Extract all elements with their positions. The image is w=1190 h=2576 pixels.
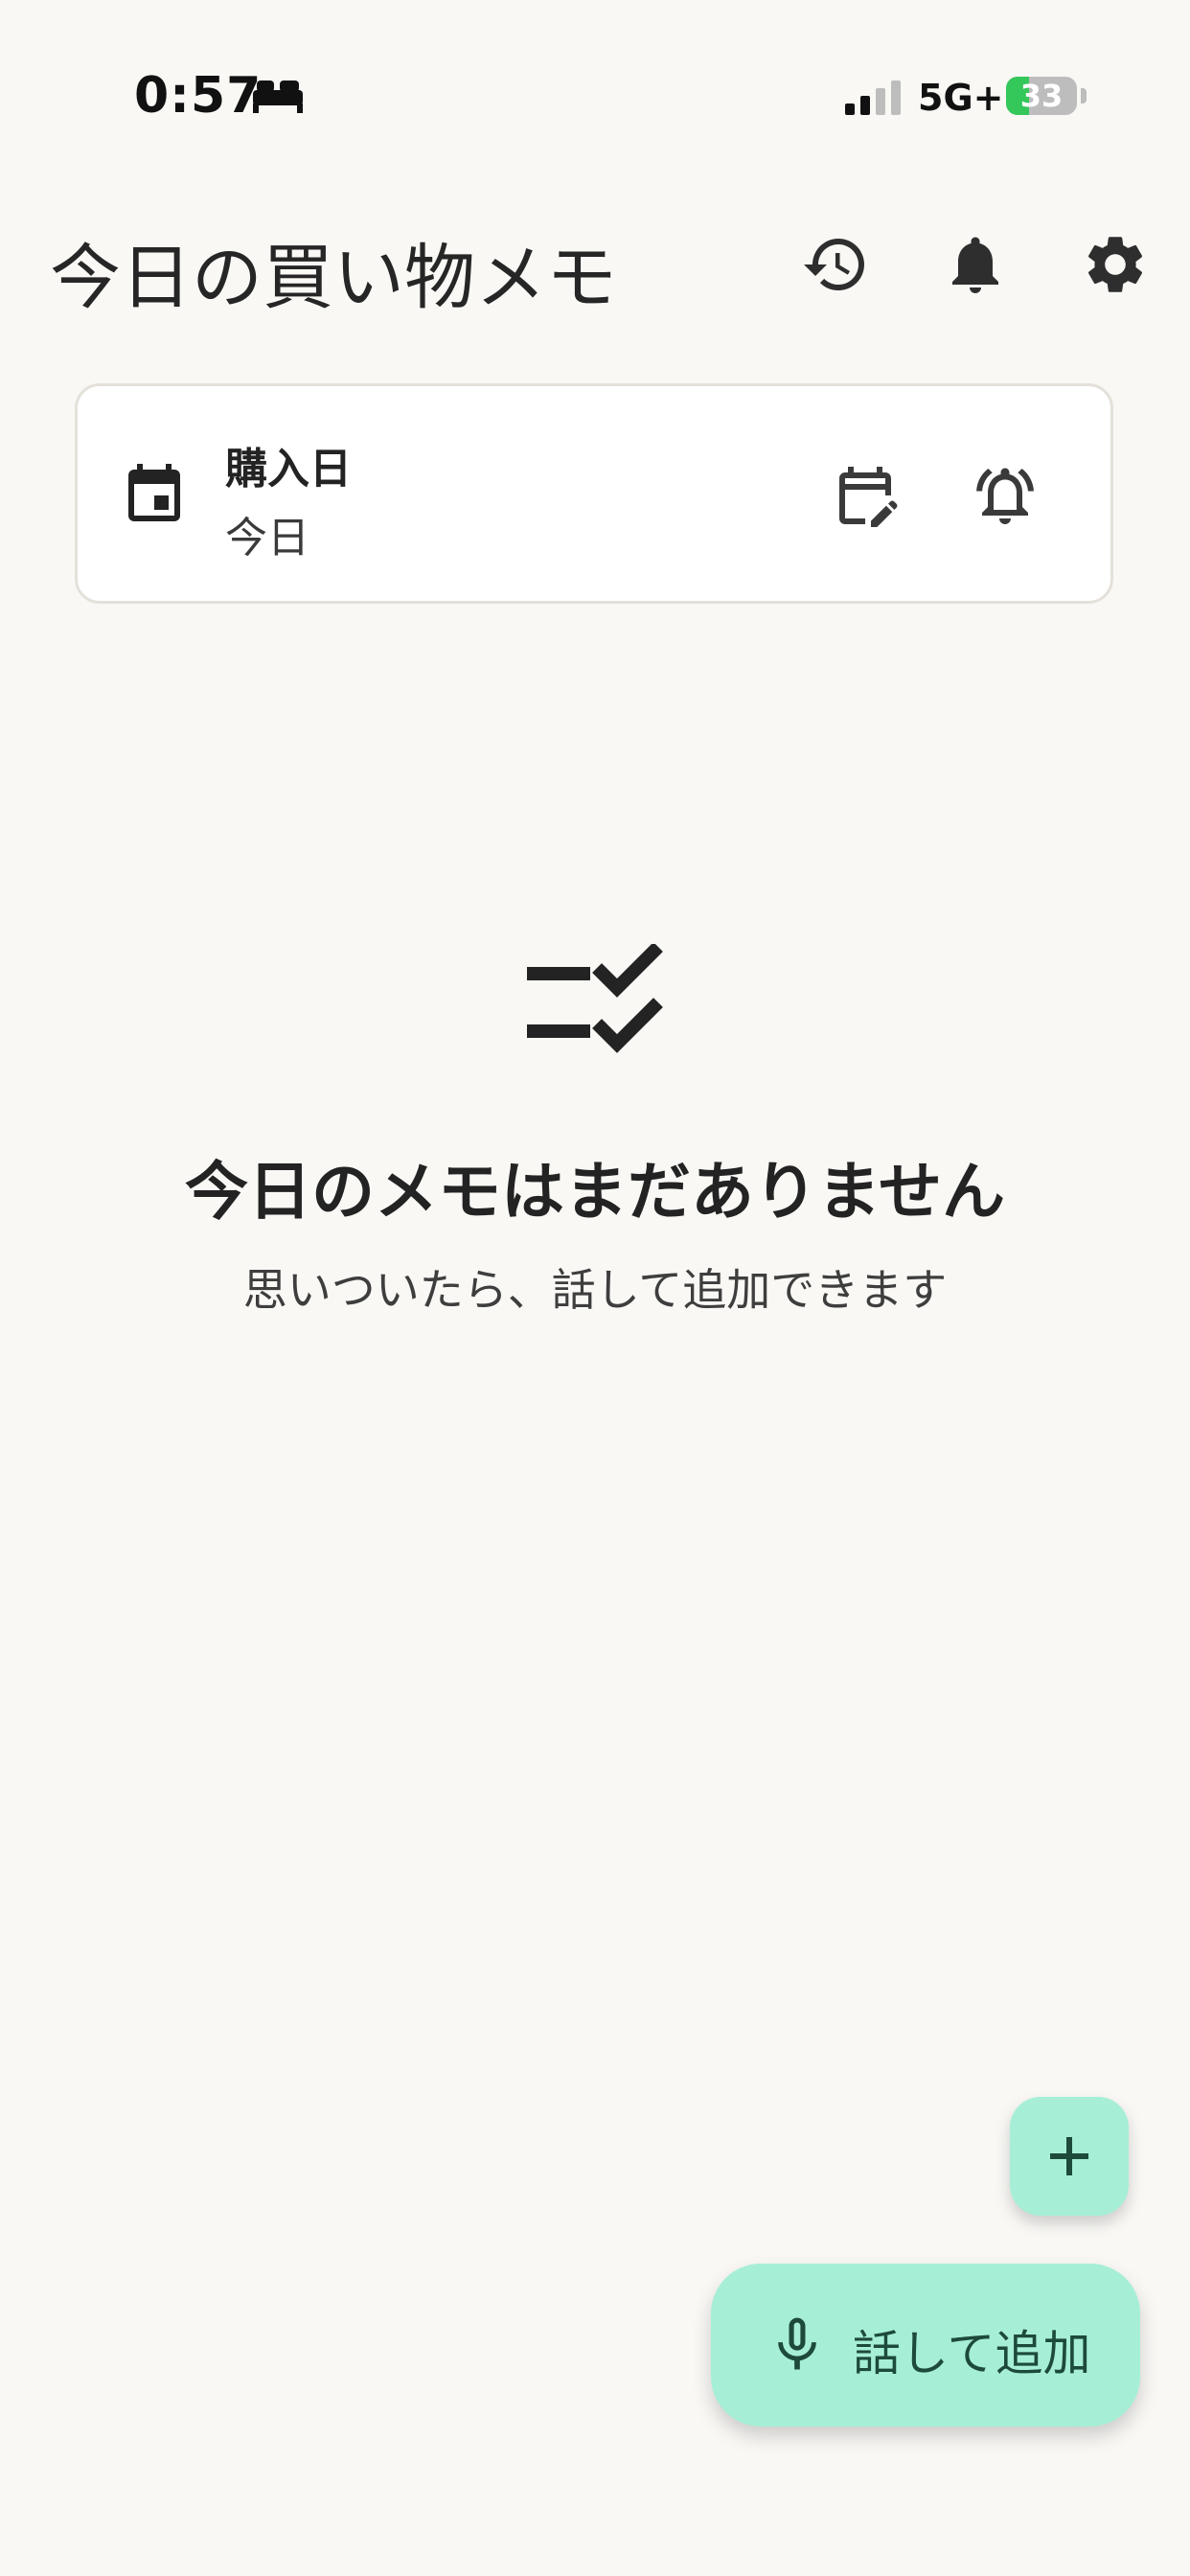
cellular-signal-icon [845,80,901,115]
calendar-icon [128,464,180,521]
bell-icon[interactable] [941,230,1010,299]
plus-icon [1050,2137,1088,2175]
history-icon[interactable] [801,230,870,299]
add-item-button[interactable] [1010,2097,1129,2216]
battery-level: 33 [1019,78,1064,114]
microphone-icon [778,2317,816,2370]
battery-indicator: 33 [1006,77,1077,115]
voice-add-button[interactable]: 話して追加 [711,2264,1140,2426]
gear-icon[interactable] [1081,230,1150,299]
status-time: 0:57 [134,67,263,125]
checklist-icon [527,944,663,1053]
purchase-date-label: 購入日 [225,445,352,494]
voice-add-label: 話して追加 [853,2326,1091,2381]
bed-icon [253,80,303,113]
purchase-date-card[interactable]: 購入日 今日 [75,383,1113,604]
battery-cap [1081,88,1087,104]
edit-calendar-icon[interactable] [831,461,900,530]
page-title: 今日の買い物メモ [50,237,617,319]
alarm-bell-icon[interactable] [971,461,1040,530]
network-label: 5G+ [918,77,1004,119]
purchase-date-value: 今日 [225,514,309,563]
empty-state-subtitle: 思いついたら、話して追加できます [242,1264,948,1316]
empty-state-title: 今日のメモはまだありません [184,1155,1006,1229]
